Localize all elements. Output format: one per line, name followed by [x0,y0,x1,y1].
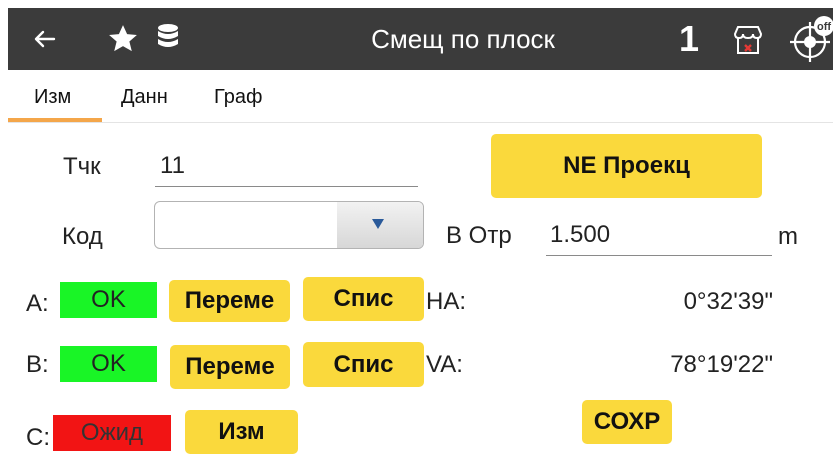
tab-measure[interactable]: Изм [34,86,71,109]
point-c-measure-button[interactable]: Изм [185,410,298,454]
height-input-underline [546,255,772,256]
code-label: Код [62,223,103,250]
tab-graph[interactable]: Граф [214,86,262,109]
dropdown-arrow-icon [372,219,384,229]
va-value: 78°19'22" [670,351,773,378]
point-a-move-button[interactable]: Переме [169,280,290,322]
height-unit: m [778,223,798,250]
star-icon[interactable] [106,22,140,56]
height-label: В Отр [446,222,512,249]
top-app-bar: Смещ по плоск 1 off [8,8,833,70]
point-input-underline [155,186,418,187]
point-c-label: C: [26,424,50,451]
gps-crosshair-icon[interactable]: off [788,14,833,64]
point-b-label: B: [26,351,49,378]
count-indicator: 1 [679,18,700,59]
store-icon[interactable] [730,22,766,58]
database-icon[interactable] [156,22,180,54]
va-label: VA: [426,351,463,378]
point-input[interactable]: 11 [160,152,185,180]
point-a-list-button[interactable]: Спис [303,277,424,321]
ha-label: HA: [426,288,467,315]
point-b-move-button[interactable]: Переме [170,345,290,389]
point-a-label: A: [26,290,49,317]
tab-bar: Изм Данн Граф [8,70,833,123]
ne-project-button[interactable]: NE Проекц [491,134,762,198]
active-tab-indicator [8,118,102,122]
point-c-status: Ожид [53,415,171,451]
point-label: Тчк [63,153,101,180]
point-b-status: OK [60,346,157,382]
tab-data[interactable]: Данн [121,86,168,109]
point-a-status: OK [60,282,157,318]
save-button[interactable]: СОХР [582,400,672,444]
page-title: Смещ по плоск [371,24,555,54]
code-dropdown[interactable] [154,201,424,249]
ha-value: 0°32'39" [683,288,773,315]
dropdown-button[interactable] [337,202,423,248]
point-b-list-button[interactable]: Спис [303,342,424,387]
height-input[interactable]: 1.500 [550,221,610,249]
back-arrow-icon[interactable] [30,24,60,54]
gps-off-badge: off [817,21,831,33]
